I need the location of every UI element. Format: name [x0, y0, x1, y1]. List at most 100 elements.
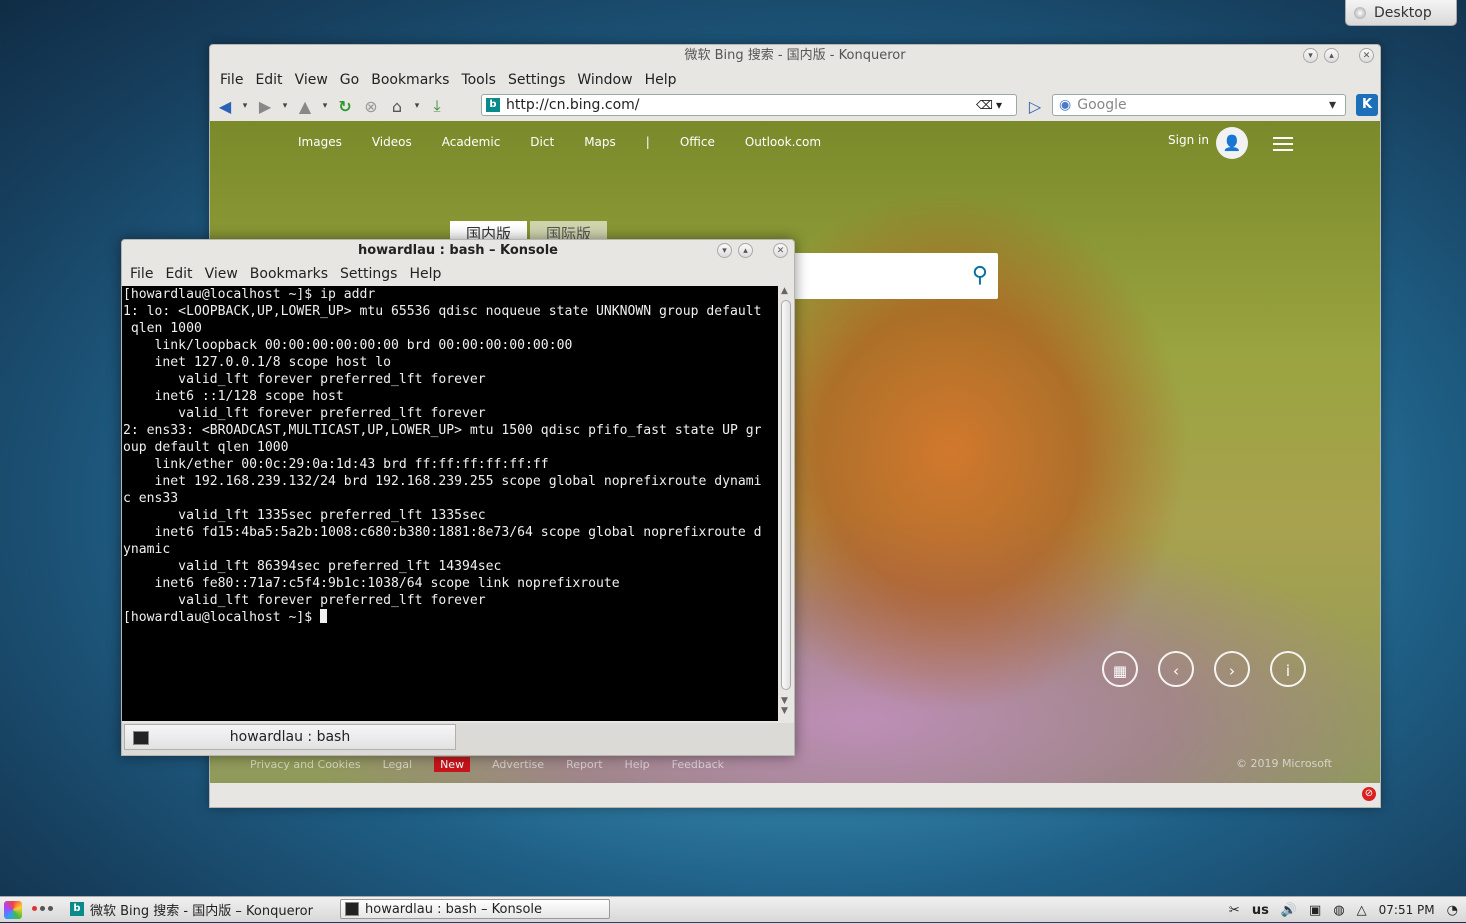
terminal-task-icon [345, 902, 359, 916]
menu-settings[interactable]: Settings [334, 262, 403, 286]
url-input[interactable]: b http://cn.bing.com/ ⌫ ▾ [481, 94, 1017, 116]
konsole-titlebar[interactable]: howardlau : bash – Konsole ▾ ▴ ✕ [122, 240, 794, 262]
terminal-line: 2: ens33: <BROADCAST,MULTICAST,UP,LOWER_… [123, 423, 762, 438]
task-konqueror[interactable]: b 微软 Bing 搜索 - 国内版 – Konqueror [66, 899, 336, 919]
footer-feedback[interactable]: Feedback [672, 758, 724, 771]
terminal-scrollbar[interactable]: ▲ ▼ ▼ [778, 286, 794, 721]
keyboard-layout[interactable]: us [1252, 903, 1269, 918]
panel-toolbox-icon[interactable]: ◔ [1447, 903, 1458, 918]
terminal-line: valid_lft forever preferred_lft forever [123, 593, 486, 608]
menu-bookmarks[interactable]: Bookmarks [365, 69, 455, 91]
hamburger-menu-icon[interactable] [1273, 133, 1293, 155]
back-icon[interactable]: ◀ [214, 95, 236, 117]
menu-go[interactable]: Go [334, 69, 365, 91]
security-status-icon[interactable]: ⊘ [1362, 787, 1376, 801]
scroll-up-icon[interactable]: ▲ [781, 286, 788, 296]
home-menu-icon[interactable]: ▾ [412, 95, 422, 117]
image-controls: ▦ ‹ › ⅰ [1102, 651, 1306, 687]
menu-help[interactable]: Help [639, 69, 683, 91]
up-icon[interactable]: ▲ [294, 95, 316, 117]
application-launcher-icon[interactable] [4, 901, 22, 919]
konqueror-titlebar[interactable]: 微软 Bing 搜索 - 国内版 - Konqueror ▾ ▴ ✕ [210, 45, 1380, 69]
tray-expand-icon[interactable]: △ [1357, 903, 1367, 918]
footer-advertise[interactable]: Advertise [492, 758, 544, 771]
scrollbar-thumb[interactable] [781, 300, 791, 690]
forward-icon[interactable]: ▶ [254, 95, 276, 117]
url-history-dropdown-icon[interactable]: ▾ [996, 98, 1016, 112]
close-button[interactable]: ✕ [773, 243, 788, 258]
clock[interactable]: 07:51 PM [1379, 903, 1435, 917]
bing-footer: Privacy and Cookies Legal New Advertise … [250, 757, 724, 772]
search-icon[interactable]: ⚲ [972, 263, 988, 288]
menu-view[interactable]: View [289, 69, 334, 91]
clear-url-icon[interactable]: ⌫ [976, 98, 996, 112]
nav-academic[interactable]: Academic [442, 135, 501, 149]
copyright: © 2019 Microsoft [1235, 757, 1332, 770]
info-icon[interactable]: ⅰ [1270, 651, 1306, 687]
nav-office[interactable]: Office [680, 135, 715, 149]
menu-tools[interactable]: Tools [455, 69, 502, 91]
bing-search-box[interactable]: ⚲ [795, 253, 998, 299]
terminal-output[interactable]: [howardlau@localhost ~]$ ip addr 1: lo: … [122, 286, 778, 721]
desktop-icon [1354, 6, 1366, 19]
home-icon[interactable]: ⌂ [386, 95, 408, 117]
next-image-icon[interactable]: › [1214, 651, 1250, 687]
go-icon[interactable]: ▷ [1024, 95, 1046, 117]
menu-file[interactable]: File [214, 69, 249, 91]
minimize-button[interactable]: ▾ [1303, 48, 1318, 63]
konsole-tab-label: howardlau : bash [229, 729, 351, 745]
konqueror-title: 微软 Bing 搜索 - 国内版 - Konqueror [684, 48, 906, 63]
up-history-icon[interactable]: ▾ [320, 95, 330, 117]
search-engine-dropdown-icon[interactable]: ▾ [1329, 97, 1345, 113]
previous-image-icon[interactable]: ‹ [1158, 651, 1194, 687]
task-konsole[interactable]: howardlau : bash – Konsole [340, 899, 610, 919]
menu-view[interactable]: View [199, 262, 244, 286]
scroll-down-icon[interactable]: ▼ [781, 706, 788, 716]
scroll-down-icon[interactable]: ▼ [781, 696, 788, 706]
avatar-icon[interactable]: 👤 [1216, 127, 1248, 159]
device-notifier-icon[interactable]: ▣ [1309, 903, 1321, 918]
footer-legal[interactable]: Legal [383, 758, 412, 771]
close-button[interactable]: ✕ [1359, 48, 1374, 63]
web-search-input[interactable]: ◉ Google ▾ [1052, 94, 1346, 116]
stop-icon[interactable]: ⊗ [360, 95, 382, 117]
menu-window[interactable]: Window [571, 69, 638, 91]
network-icon[interactable]: ◍ [1333, 903, 1344, 918]
menu-edit[interactable]: Edit [159, 262, 198, 286]
search-engine-icon[interactable]: ◉ [1059, 97, 1071, 113]
reload-icon[interactable]: ↻ [334, 95, 356, 117]
terminal-line: valid_lft 1335sec preferred_lft 1335sec [123, 508, 486, 523]
nav-images[interactable]: Images [298, 135, 342, 149]
maximize-button[interactable]: ▴ [1324, 48, 1339, 63]
terminal-line: link/loopback 00:00:00:00:00:00 brd 00:0… [123, 338, 573, 353]
menu-settings[interactable]: Settings [502, 69, 571, 91]
menu-file[interactable]: File [124, 262, 159, 286]
nav-outlook[interactable]: Outlook.com [745, 135, 821, 149]
nav-videos[interactable]: Videos [372, 135, 412, 149]
clipboard-icon[interactable]: ✂ [1229, 903, 1240, 918]
konsole-tab[interactable]: howardlau : bash [124, 724, 456, 750]
sign-in-link[interactable]: Sign in [1168, 133, 1209, 147]
konsole-window: howardlau : bash – Konsole ▾ ▴ ✕ File Ed… [121, 239, 795, 756]
konqueror-logo-icon: K [1356, 94, 1378, 116]
maximize-button[interactable]: ▴ [738, 243, 753, 258]
forward-history-icon[interactable]: ▾ [280, 95, 290, 117]
terminal-line: oup default qlen 1000 [123, 440, 289, 455]
minimize-button[interactable]: ▾ [717, 243, 732, 258]
nav-maps[interactable]: Maps [584, 135, 616, 149]
back-history-icon[interactable]: ▾ [240, 95, 250, 117]
konqueror-statusbar: ⊘ [210, 783, 1380, 807]
nav-dict[interactable]: Dict [530, 135, 554, 149]
footer-report[interactable]: Report [566, 758, 602, 771]
menu-bookmarks[interactable]: Bookmarks [244, 262, 334, 286]
activities-icon[interactable] [32, 906, 53, 911]
menu-help[interactable]: Help [403, 262, 447, 286]
taskbar: b 微软 Bing 搜索 - 国内版 – Konqueror howardlau… [0, 896, 1466, 922]
qr-code-icon[interactable]: ▦ [1102, 651, 1138, 687]
menu-edit[interactable]: Edit [249, 69, 288, 91]
desktop-tab[interactable]: Desktop [1345, 0, 1457, 26]
download-icon[interactable]: ⤓ [426, 95, 448, 117]
footer-help[interactable]: Help [625, 758, 650, 771]
footer-privacy[interactable]: Privacy and Cookies [250, 758, 361, 771]
volume-icon[interactable]: 🔊 [1281, 903, 1297, 918]
